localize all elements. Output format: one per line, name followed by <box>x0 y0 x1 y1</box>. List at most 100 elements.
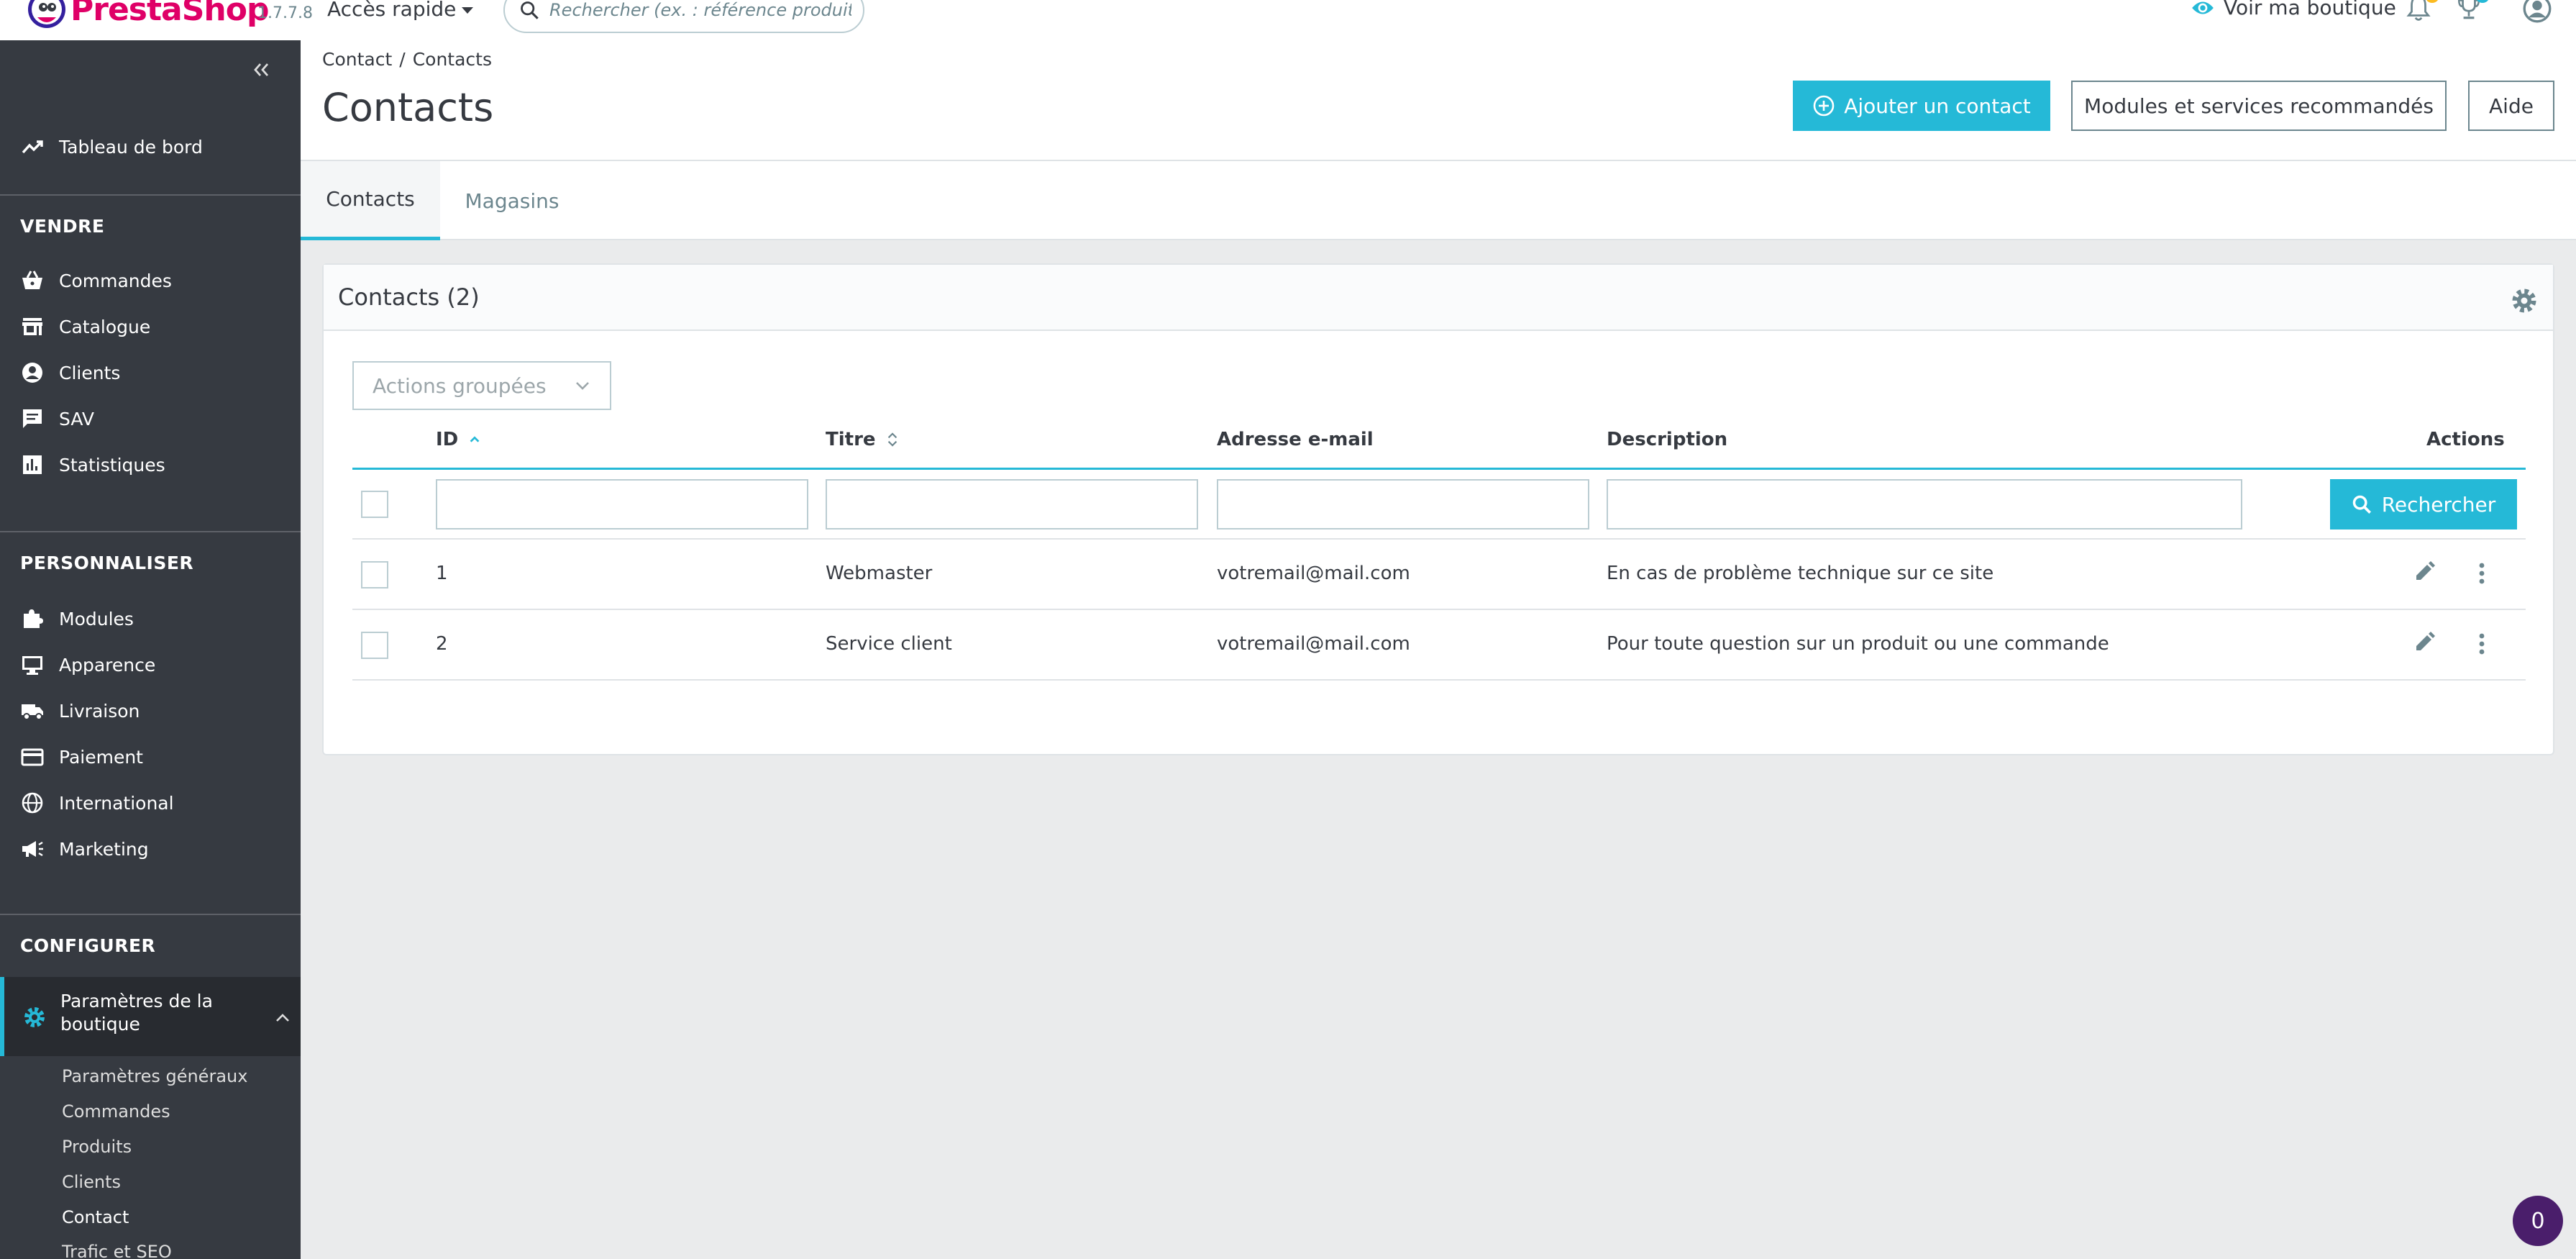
filter-title-input[interactable] <box>826 479 1198 529</box>
bulk-actions-dropdown[interactable]: Actions groupées <box>352 361 611 410</box>
sidebar-item-shop-parameters[interactable]: Paramètres de la boutique <box>0 977 301 1056</box>
sidebar-item-payment[interactable]: Paiement <box>0 738 301 776</box>
sidebar-item-catalog[interactable]: Catalogue <box>0 308 301 345</box>
sidebar-item-orders[interactable]: Commandes <box>0 262 301 299</box>
help-button[interactable]: Aide <box>2468 81 2554 131</box>
row-divider <box>352 679 2526 681</box>
gear-icon <box>24 1007 45 1027</box>
search-input[interactable] <box>549 0 851 20</box>
sidebar-subitem-general[interactable]: Paramètres généraux <box>62 1066 247 1086</box>
sidebar-item-shipping[interactable]: Livraison <box>0 692 301 730</box>
edit-icon[interactable] <box>2412 560 2436 584</box>
sidebar-item-customers[interactable]: Clients <box>0 354 301 391</box>
sidebar-item-label: Paiement <box>59 746 143 768</box>
section-title-sell: VENDRE <box>20 216 105 237</box>
column-header-description: Description <box>1607 429 1728 450</box>
column-header-title[interactable]: Titre <box>826 429 899 450</box>
sidebar-item-label: Commandes <box>59 270 172 291</box>
sidebar-item-modules[interactable]: Modules <box>0 600 301 637</box>
sort-ascending-icon <box>470 436 480 442</box>
filter-id-input[interactable] <box>436 479 808 529</box>
sidebar-divider <box>0 531 301 532</box>
version-number: 1.7.7.8 <box>257 4 313 22</box>
cell-email: votremail@mail.com <box>1217 563 1410 584</box>
search-icon[interactable] <box>519 0 539 20</box>
row-checkbox[interactable] <box>361 561 388 588</box>
desktop-icon <box>22 656 42 675</box>
quick-access-dropdown[interactable]: Accès rapide <box>327 0 474 21</box>
sidebar-item-marketing[interactable]: Marketing <box>0 830 301 868</box>
breadcrumb-link-contact[interactable]: Contact <box>322 49 392 70</box>
row-checkbox[interactable] <box>361 632 388 659</box>
select-all-checkbox[interactable] <box>361 491 388 518</box>
cell-title: Webmaster <box>826 563 933 584</box>
caret-down-icon <box>462 7 474 14</box>
sidebar-subitem-customer-settings[interactable]: Clients <box>62 1172 121 1192</box>
collapse-sidebar-icon[interactable] <box>250 59 272 81</box>
section-title-configure: CONFIGURER <box>20 935 156 956</box>
breadcrumb: Contact / Contacts <box>322 49 492 70</box>
sidebar-item-stats[interactable]: Statistiques <box>0 446 301 483</box>
column-header-id[interactable]: ID <box>436 429 481 450</box>
sidebar-item-label: International <box>59 792 174 814</box>
breadcrumb-current: Contacts <box>412 49 492 70</box>
sidebar-subitem-order-settings[interactable]: Commandes <box>62 1101 170 1122</box>
bell-icon[interactable] <box>2406 0 2439 26</box>
filter-email-input[interactable] <box>1217 479 1589 529</box>
cell-description: En cas de problème technique sur ce site <box>1607 563 1994 584</box>
sidebar-subitem-product-settings[interactable]: Produits <box>62 1137 132 1157</box>
sidebar-item-label: Statistiques <box>59 454 165 476</box>
row-divider <box>352 609 2526 610</box>
sidebar-divider <box>0 914 301 915</box>
gear-icon[interactable] <box>2510 286 2539 315</box>
more-vertical-icon[interactable] <box>2470 561 2494 586</box>
chevron-down-icon <box>576 382 589 390</box>
header-divider <box>352 468 2526 470</box>
megaphone-icon <box>22 841 43 857</box>
credit-card-icon <box>21 748 44 766</box>
page-header: Contact / Contacts Contacts Ajouter un c… <box>301 40 2576 161</box>
prestashop-logo-icon[interactable] <box>27 0 66 29</box>
user-icon[interactable] <box>2523 0 2552 26</box>
sidebar-item-label: Marketing <box>59 838 149 860</box>
cell-id: 1 <box>436 563 448 584</box>
sidebar-item-label: SAV <box>59 408 94 429</box>
header-search <box>503 0 864 33</box>
sidebar-item-label: Livraison <box>59 700 140 722</box>
sidebar-item-international[interactable]: International <box>0 784 301 822</box>
tab-contacts[interactable]: Contacts <box>301 161 440 240</box>
help-bubble[interactable]: 0 <box>2513 1196 2563 1246</box>
sidebar-subitem-traffic-seo[interactable]: Trafic et SEO <box>62 1242 172 1259</box>
sidebar-item-label: Modules <box>59 608 134 630</box>
column-header-label: ID <box>436 429 459 450</box>
search-button[interactable]: Rechercher <box>2330 479 2517 529</box>
more-vertical-icon[interactable] <box>2470 632 2494 656</box>
sidebar-item-label: Apparence <box>59 654 156 676</box>
breadcrumb-separator: / <box>399 49 406 70</box>
brand-name[interactable]: PrestaShop <box>70 0 269 28</box>
store-icon <box>22 318 42 335</box>
column-header-email: Adresse e-mail <box>1217 429 1374 450</box>
sidebar-item-label: Clients <box>59 362 121 383</box>
column-header-label: Titre <box>826 429 876 450</box>
trophy-icon[interactable] <box>2457 0 2490 26</box>
sidebar-item-label: Paramètres de la boutique <box>60 991 213 1035</box>
sidebar-item-appearance[interactable]: Apparence <box>0 646 301 683</box>
sidebar-subitem-contact[interactable]: Contact <box>62 1207 129 1227</box>
recommended-modules-button[interactable]: Modules et services recommandés <box>2071 81 2447 131</box>
tabs-bar: Contacts Magasins <box>301 161 2576 240</box>
trending-up-icon <box>22 140 43 154</box>
tab-stores[interactable]: Magasins <box>440 161 584 240</box>
sort-icon <box>887 432 897 447</box>
sidebar-item-customer-service[interactable]: SAV <box>0 400 301 437</box>
add-contact-button[interactable]: Ajouter un contact <box>1793 81 2050 131</box>
view-shop-link[interactable]: Voir ma boutique <box>2191 0 2396 19</box>
sidebar-item-dashboard[interactable]: Tableau de bord <box>0 128 301 165</box>
globe-icon <box>22 792 43 814</box>
chevron-up-icon <box>276 1014 289 1022</box>
edit-icon[interactable] <box>2412 630 2436 655</box>
eye-icon <box>2191 0 2215 17</box>
filter-description-input[interactable] <box>1607 479 2242 529</box>
view-shop-label: Voir ma boutique <box>2224 0 2396 19</box>
search-icon <box>2352 495 2371 514</box>
